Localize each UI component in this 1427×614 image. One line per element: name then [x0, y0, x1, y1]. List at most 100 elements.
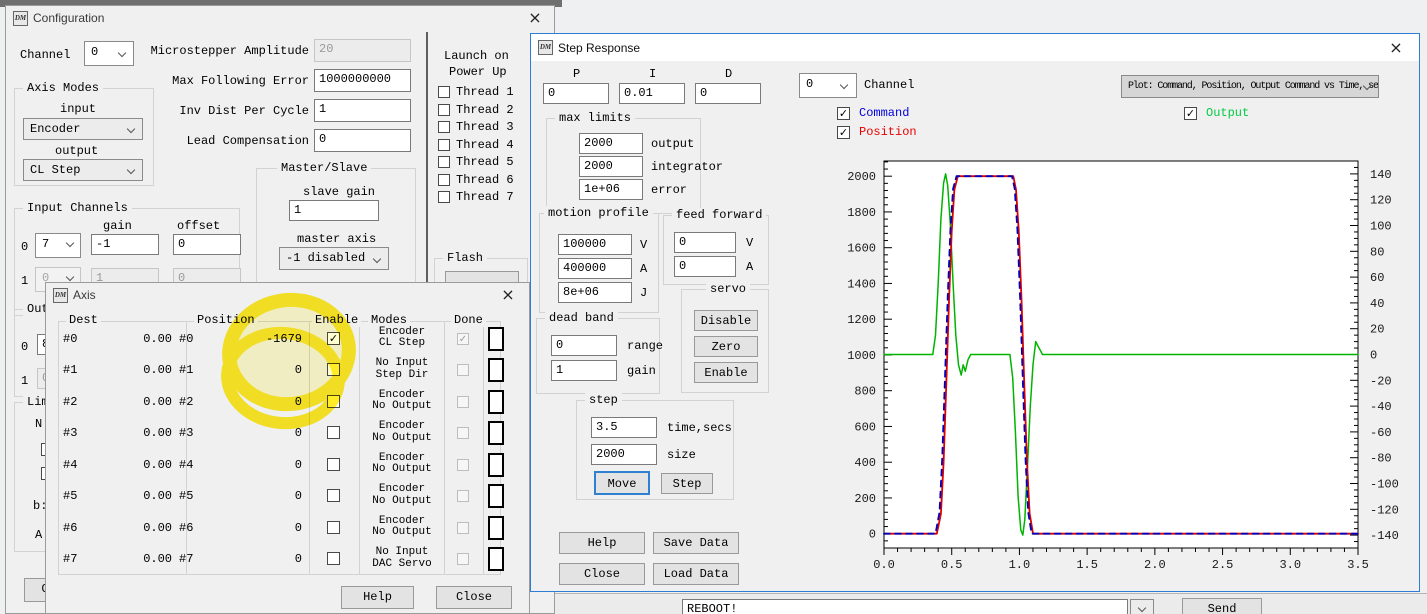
step-response-titlebar[interactable]: DM Step Response ×	[531, 34, 1419, 61]
axis-io-box[interactable]	[488, 484, 504, 508]
axis-io-box[interactable]	[488, 421, 504, 445]
axis-io-box[interactable]	[488, 547, 504, 571]
axis-io-box[interactable]	[488, 516, 504, 540]
motion-profile-J-input[interactable]: 8e+06	[558, 282, 632, 303]
axis-dest-value: 0.00	[104, 458, 172, 472]
axis-io-box[interactable]	[488, 453, 504, 477]
thread-checkbox[interactable]	[438, 86, 450, 98]
microstepper-amplitude-input[interactable]: 20	[314, 39, 411, 62]
thread-checkbox[interactable]	[438, 174, 450, 186]
load-data-button[interactable]: Load Data	[653, 563, 739, 585]
thread-checkbox[interactable]	[438, 121, 450, 133]
axis-enable-checkbox[interactable]	[327, 363, 340, 376]
zero-button[interactable]: Zero	[694, 336, 758, 357]
dead-band-group: dead band 0range1gain	[536, 318, 660, 394]
i-input[interactable]: 0.01	[619, 83, 685, 104]
axis-dest-id: #5	[63, 489, 77, 503]
command-dropdown[interactable]	[1130, 599, 1154, 614]
step-group: step Move Step 3.5time,secs2000size	[576, 400, 734, 500]
axis-io-box[interactable]	[488, 390, 504, 414]
axis-enable-checkbox[interactable]	[327, 458, 340, 471]
close-icon[interactable]: ×	[524, 8, 546, 28]
inv-dist-per-cycle-input[interactable]: 1	[314, 99, 411, 122]
chevron-down-icon	[66, 239, 74, 247]
save-data-button[interactable]: Save Data	[653, 532, 739, 554]
output-checkbox[interactable]: ✓	[1184, 107, 1197, 120]
dead-band-range-input[interactable]: 0	[551, 335, 617, 356]
axis-enable-checkbox[interactable]	[327, 552, 340, 565]
input-channel-offset[interactable]: 0	[173, 234, 241, 255]
svg-text:-100: -100	[1370, 478, 1399, 492]
dead-band-gain-input[interactable]: 1	[551, 360, 617, 381]
axis-enable-checkbox[interactable]	[327, 395, 340, 408]
max-limits-output-input[interactable]: 2000	[579, 133, 643, 154]
p-label: P	[573, 67, 580, 81]
enable-button[interactable]: Enable	[694, 362, 758, 383]
input-channels-legend: Input Channels	[23, 201, 132, 215]
axis-done-checkbox	[457, 490, 469, 502]
axis-modes-text: Encoder CL Step	[362, 327, 442, 350]
send-button[interactable]: Send	[1182, 598, 1262, 614]
svg-text:1800: 1800	[847, 206, 876, 220]
move-button[interactable]: Move	[594, 471, 650, 495]
close-button[interactable]: Close	[559, 563, 645, 585]
command-checkbox[interactable]: ✓	[837, 107, 850, 120]
axis-titlebar[interactable]: DM Axis ×	[46, 283, 529, 308]
disable-button[interactable]: Disable	[694, 310, 758, 331]
axis-io-box[interactable]	[488, 327, 504, 351]
channel-label: Channel	[20, 48, 70, 62]
configuration-titlebar[interactable]: DM Configuration ×	[6, 6, 554, 31]
step-size-input[interactable]: 2000	[591, 444, 657, 465]
close-icon[interactable]: ×	[497, 285, 519, 305]
step-time-secs-input[interactable]: 3.5	[591, 417, 657, 438]
motion-profile-V-input[interactable]: 100000	[558, 234, 632, 255]
p-input[interactable]: 0	[543, 83, 609, 104]
axis-dest-value: 0.00	[104, 395, 172, 409]
input-channel-select[interactable]: 7	[35, 233, 81, 258]
thread-checkbox[interactable]	[438, 104, 450, 116]
max-limits-error-input[interactable]: 1e+06	[579, 179, 643, 200]
axis-position-value: 0	[234, 552, 302, 566]
max-limits-integrator-input[interactable]: 2000	[579, 156, 643, 177]
axis-io-box[interactable]	[488, 358, 504, 382]
axis-enable-checkbox[interactable]	[327, 521, 340, 534]
lead-compensation-input[interactable]: 0	[314, 129, 411, 152]
svg-text:800: 800	[854, 385, 876, 399]
channel-select[interactable]: 0	[799, 73, 857, 98]
input-channel-gain[interactable]: -1	[91, 234, 159, 255]
axis-position-value: 0	[234, 458, 302, 472]
command-input[interactable]: REBOOT!	[682, 599, 1128, 614]
max-limits-output-label: output	[651, 137, 694, 151]
motion-profile-A-input[interactable]: 400000	[558, 258, 632, 279]
axis-enable-checkbox[interactable]	[327, 489, 340, 502]
max-limits-legend: max limits	[555, 111, 635, 125]
position-checkbox[interactable]: ✓	[837, 126, 850, 139]
svg-text:-140: -140	[1370, 529, 1399, 543]
d-input[interactable]: 0	[695, 83, 761, 104]
feed-forward-V-input[interactable]: 0	[674, 232, 736, 253]
slave-gain-input[interactable]: 1	[289, 200, 379, 221]
axis-enable-checkbox[interactable]: ✓	[327, 332, 340, 345]
axis-position-value: 0	[234, 426, 302, 440]
position-legend-label: Position	[859, 125, 917, 139]
axis-help-button[interactable]: Help	[341, 586, 414, 609]
thread-checkbox[interactable]	[438, 139, 450, 151]
close-icon[interactable]: ×	[1385, 38, 1407, 58]
thread-checkbox[interactable]	[438, 156, 450, 168]
svg-text:2000: 2000	[847, 170, 876, 184]
axis-done-checkbox	[457, 522, 469, 534]
output-mode-select[interactable]: CL Step	[23, 159, 143, 181]
axis-enable-checkbox[interactable]	[327, 426, 340, 439]
max-following-error-input[interactable]: 1000000000	[314, 69, 411, 92]
feed-forward-A-input[interactable]: 0	[674, 256, 736, 277]
help-button[interactable]: Help	[559, 532, 645, 554]
plot-select[interactable]: Plot: Command, Position, Output Command …	[1121, 75, 1379, 98]
input-mode-select[interactable]: Encoder	[23, 118, 143, 140]
axis-close-button[interactable]: Close	[436, 586, 512, 609]
svg-text:400: 400	[854, 456, 876, 470]
done-header: Done	[451, 313, 486, 327]
feed-forward-legend: feed forward	[672, 208, 766, 222]
thread-checkbox[interactable]	[438, 191, 450, 203]
thread-label: Thread 5	[456, 155, 514, 169]
step-button[interactable]: Step	[661, 473, 713, 494]
